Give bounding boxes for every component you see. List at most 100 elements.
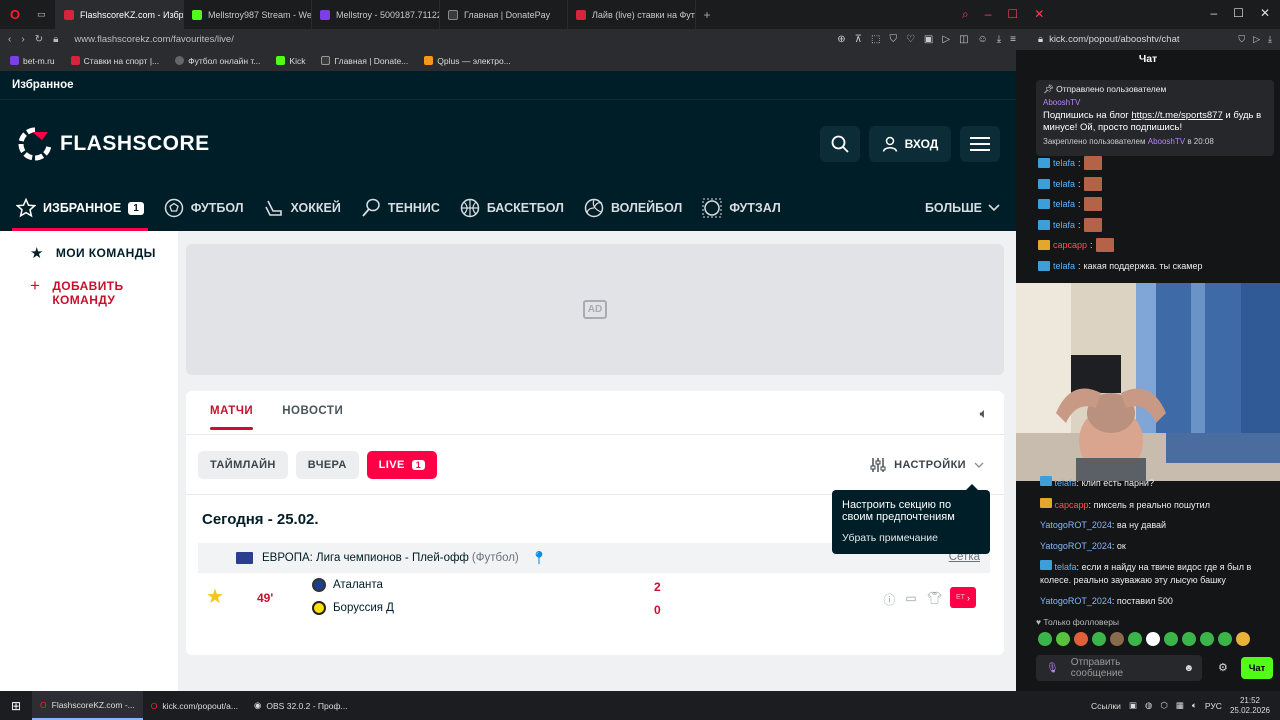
nav-more[interactable]: БОЛЬШЕ <box>925 185 1000 231</box>
nav-hockey[interactable]: ХОККЕЙ <box>264 185 341 231</box>
browser-tab-donatepay[interactable]: Главная | DonatePay <box>440 0 568 29</box>
tab-workspace-icon[interactable]: ▭ <box>30 0 56 29</box>
pinned-link[interactable]: https://t.me/sports877 <box>1131 110 1222 121</box>
chat-username[interactable]: YatogoROT_2024 <box>1040 541 1112 551</box>
snapshot-icon[interactable]: ⬚ <box>871 34 880 45</box>
bookmark-item[interactable]: Футбол онлайн т... <box>175 56 260 66</box>
emoji-icon[interactable]: ☻ <box>1183 663 1202 674</box>
send-icon[interactable]: ▷ <box>1253 34 1260 45</box>
opera-logo-icon[interactable]: O <box>0 7 30 22</box>
emote-icon[interactable] <box>1038 632 1052 646</box>
nav-basketball[interactable]: БАСКЕТБОЛ <box>460 185 564 231</box>
pin-icon[interactable]: 📍︎ <box>531 550 548 566</box>
download-icon[interactable]: ⤓ <box>997 34 1001 45</box>
shield-icon[interactable]: ⛉ <box>1238 34 1245 45</box>
nav-futsal[interactable]: ФУТЗАЛ <box>702 185 781 231</box>
emote-icon[interactable] <box>1236 632 1250 646</box>
volume-icon[interactable]: 🔈︎ <box>1192 700 1197 711</box>
search-button[interactable] <box>820 126 860 162</box>
network-icon[interactable]: ▦ <box>1176 700 1184 711</box>
tray-app-icon[interactable]: ◍ <box>1145 700 1152 711</box>
maximize-icon[interactable]: ☐ <box>1007 7 1018 22</box>
heart-icon[interactable]: ♡ <box>906 34 915 45</box>
browser-tab-mellstroy[interactable]: Mellstroy - 5009187.71122 <box>312 0 440 29</box>
browser-tab-fonbet[interactable]: Лайв (live) ставки на Фут <box>568 0 696 29</box>
bookmark-item[interactable]: Qplus — электро... <box>424 56 511 66</box>
bet-button[interactable]: ET › <box>950 587 976 608</box>
close-icon[interactable]: ✕ <box>1034 7 1044 22</box>
back-icon[interactable]: ‹ <box>8 34 11 45</box>
emote-icon[interactable] <box>1200 632 1214 646</box>
chat-username[interactable]: telafa <box>1053 220 1075 230</box>
camera-icon[interactable]: ◫ <box>959 34 968 45</box>
lineup-shirt-icon[interactable]: 👕︎ <box>927 591 942 608</box>
chat-username[interactable]: YatogoROT_2024 <box>1040 596 1112 606</box>
browser-tab-flashscore[interactable]: FlashscoreKZ.com - Избр <box>56 0 184 29</box>
close-icon[interactable]: ✕ <box>1260 6 1270 20</box>
bookmark-item[interactable]: bet-m.ru <box>10 56 55 66</box>
chat-send-button[interactable]: Чат <box>1241 657 1273 679</box>
chat-url[interactable]: kick.com/popout/abooshtv/chat <box>1049 34 1179 45</box>
emote-icon[interactable] <box>1092 632 1106 646</box>
tray-app-icon[interactable]: ▣ <box>1129 700 1137 711</box>
add-team-button[interactable]: + ДОБАВИТЬ КОМАНДУ <box>30 277 160 307</box>
favorite-star-icon[interactable]: ★ <box>206 587 224 607</box>
tv-icon[interactable]: ▭ <box>905 591 916 608</box>
bookmark-item[interactable]: Главная | Donate... <box>321 56 408 66</box>
taskbar-item-obs[interactable]: ◉ OBS 32.0.2 - Проф... <box>246 691 356 720</box>
emote-icon[interactable] <box>1056 632 1070 646</box>
nav-tennis[interactable]: ТЕННИС <box>361 185 440 231</box>
flashscore-logo[interactable]: FLASHSCORE <box>18 127 210 161</box>
taskbar-item-flashscore[interactable]: O FlashscoreKZ.com -... <box>32 691 143 720</box>
minimize-icon[interactable]: – <box>1210 6 1217 20</box>
profile-icon[interactable]: ☺ <box>978 34 988 45</box>
language-indicator[interactable]: РУС <box>1205 701 1222 711</box>
tray-links[interactable]: Ссылки <box>1091 701 1121 711</box>
nav-volleyball[interactable]: ВОЛЕЙБОЛ <box>584 185 682 231</box>
filter-live-button[interactable]: LIVE 1 <box>366 451 438 479</box>
hamburger-menu-button[interactable] <box>960 126 1000 162</box>
url-field[interactable]: www.flashscorekz.com/favourites/live/ <box>74 34 233 45</box>
shield-icon[interactable]: ⛉ <box>889 34 897 45</box>
taskbar-item-kick[interactable]: Okick.com/popout/a... <box>143 691 246 720</box>
tab-matches[interactable]: МАТЧИ <box>210 405 254 430</box>
emote-icon[interactable] <box>1128 632 1142 646</box>
chat-username[interactable]: capcapp <box>1053 240 1087 250</box>
nav-favorites[interactable]: ИЗБРАННОЕ 1 <box>12 185 148 231</box>
login-button[interactable]: ВХОД <box>869 126 951 162</box>
minimize-icon[interactable]: – <box>985 7 992 22</box>
chat-username[interactable]: telafa <box>1055 562 1077 572</box>
emote-icon[interactable] <box>1182 632 1196 646</box>
chat-username[interactable]: telafa <box>1053 179 1075 189</box>
chat-username[interactable]: capcapp <box>1055 500 1089 510</box>
chat-username[interactable]: YatogoROT_2024 <box>1040 520 1112 530</box>
chat-username[interactable]: telafa <box>1053 158 1075 168</box>
bookmark-item[interactable]: Ставки на спорт |... <box>70 56 159 66</box>
play-icon[interactable]: ▷ <box>942 34 950 45</box>
info-icon[interactable]: ⓘ <box>883 591 895 608</box>
match-row[interactable]: ★ 49' Аталанта Боруссия Д 2 0 ⓘ ▭ 👕︎ ET … <box>198 575 990 621</box>
my-teams-link[interactable]: ★ МОИ КОМАНДЫ <box>30 244 156 262</box>
emote-icon[interactable] <box>1146 632 1160 646</box>
chat-username[interactable]: telafa <box>1053 199 1075 209</box>
maximize-icon[interactable]: ☐ <box>1233 6 1244 20</box>
zoom-icon[interactable]: ⊕ <box>837 34 845 45</box>
chat-username[interactable]: telafa <box>1053 261 1075 271</box>
filter-yesterday-button[interactable]: ВЧЕРА <box>295 451 359 479</box>
pin-icon[interactable]: ⊼ <box>855 34 862 45</box>
windows-start-icon[interactable]: ⊞ <box>0 699 32 713</box>
new-tab-button[interactable]: + <box>696 8 718 22</box>
chat-username[interactable]: telafa <box>1055 478 1077 488</box>
bookmark-item[interactable]: Kick <box>276 56 305 66</box>
chat-message-input[interactable]: 🎙︎ Отправить сообщение ☻ <box>1036 655 1202 681</box>
wallet-icon[interactable]: ▣ <box>924 34 933 45</box>
sound-icon[interactable]: 🔈︎ <box>980 405 988 422</box>
reload-icon[interactable]: ↻ <box>35 34 43 45</box>
settings-button[interactable]: НАСТРОЙКИ <box>870 457 984 473</box>
browser-tab-kick[interactable]: Mellstroy987 Stream - We <box>184 0 312 29</box>
nav-football[interactable]: ФУТБОЛ <box>164 185 244 231</box>
forward-icon[interactable]: › <box>21 34 24 45</box>
tab-news[interactable]: НОВОСТИ <box>282 405 343 430</box>
tray-app-icon[interactable]: ⬡ <box>1160 700 1167 711</box>
tooltip-dismiss-button[interactable]: Убрать примечание <box>842 532 980 544</box>
